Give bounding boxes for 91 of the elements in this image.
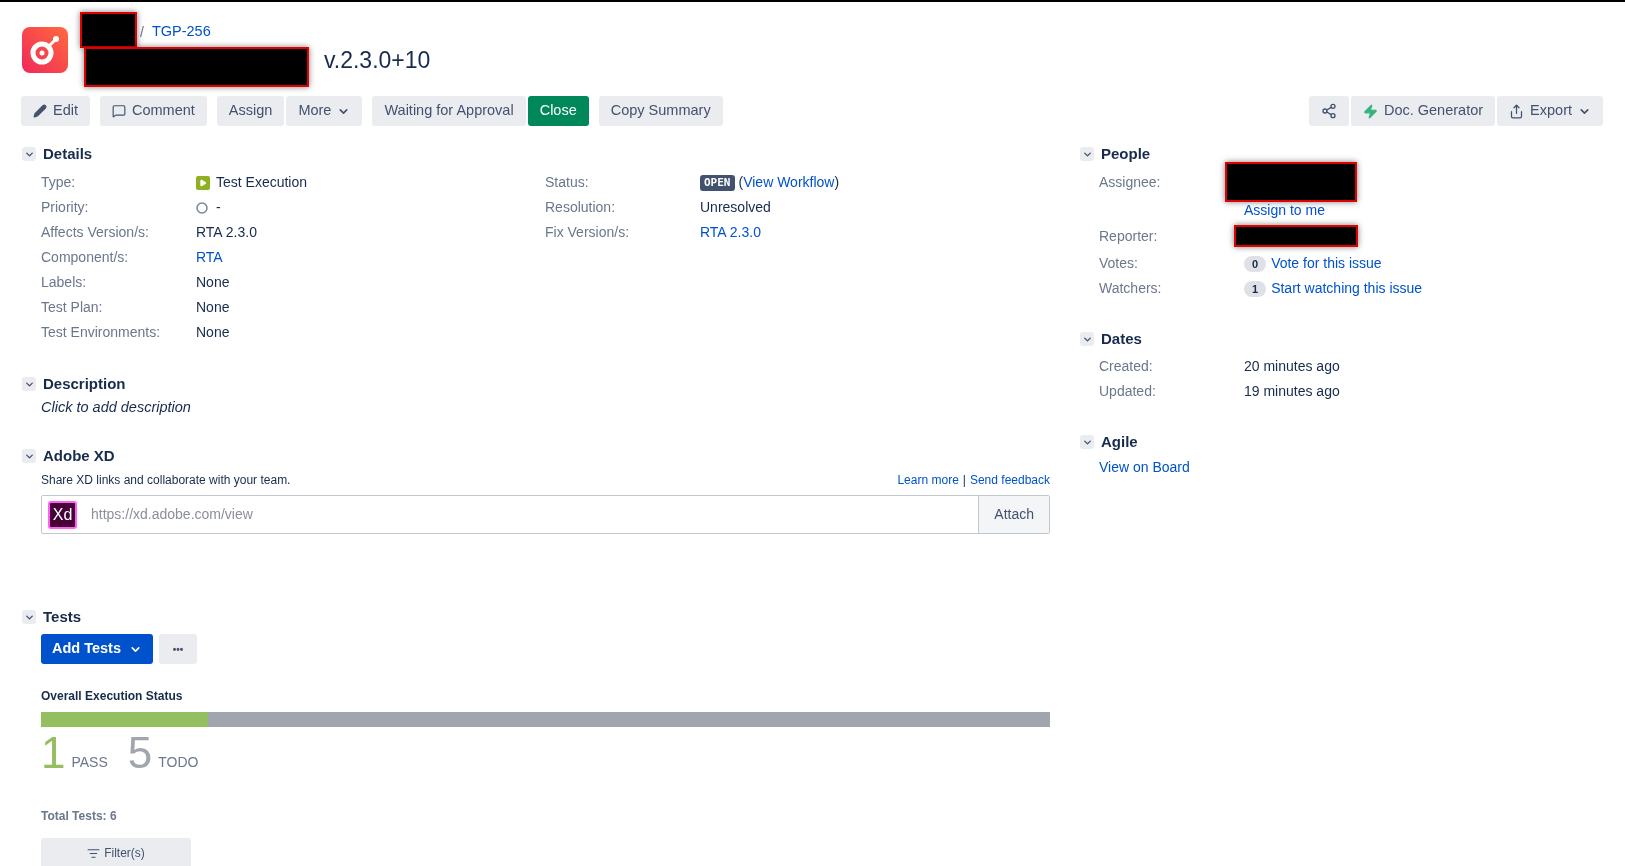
send-feedback-link[interactable]: Send feedback [969,471,1050,489]
field-value: Unresolved [700,198,771,217]
field-label: Fix Version/s: [545,223,631,242]
field-value: Test Execution [216,173,308,192]
status-count: 1 [41,731,66,775]
field-value: RTA 2.3.0 [196,223,257,242]
status-label: TODO [158,753,199,772]
field-label: Watchers: [1099,279,1163,298]
total-tests: Total Tests: 6 [41,808,118,825]
collapse-toggle[interactable] [22,147,36,161]
field-label: Labels: [41,273,88,292]
view-on-board-link[interactable]: View on Board [1099,456,1190,478]
issue-key-link[interactable]: TGP-256 [151,21,211,43]
collapse-toggle[interactable] [1080,147,1094,161]
test-execution-icon [196,175,210,190]
toolbar-button[interactable]: Doc. Generator [1350,96,1496,126]
share-button[interactable] [1308,96,1349,126]
section-title: Details [43,143,93,164]
toolbar-button[interactable]: Copy Summary [598,96,723,126]
watch-link[interactable]: Start watching this issue [1271,278,1423,299]
toolbar-button[interactable]: Edit [21,96,90,126]
count-badge: 1 [1244,280,1267,297]
field-label: Created: [1099,357,1154,376]
collapse-toggle[interactable] [22,377,36,391]
description-placeholder[interactable]: Click to add description [41,397,191,419]
toolbar-button[interactable]: Assign [216,96,285,126]
section-title: Tests [43,606,82,627]
section-title: Dates [1101,328,1142,349]
section-title: Description [43,373,126,394]
project-logo [22,27,68,73]
count-badge: 0 [1244,255,1267,272]
link-separator: | [962,472,966,489]
field-label: Assignee: [1099,172,1162,192]
collapse-toggle[interactable] [22,610,36,624]
xd-link-field[interactable]: Xd https://xd.adobe.com/view Attach [41,495,1050,534]
add-tests-button[interactable]: Add Tests [41,634,154,664]
field-label: Priority: [41,198,90,217]
toolbar-button[interactable]: Close [527,96,589,126]
workflow-link[interactable]: View Workflow [743,172,835,193]
field-label: Type: [41,173,77,192]
field-value: - [216,198,221,217]
attach-button[interactable]: Attach [978,496,1049,533]
field-label: Updated: [1099,382,1157,401]
toolbar-button[interactable]: Export [1497,96,1603,126]
toolbar-button[interactable]: Comment [100,96,207,126]
breadcrumb-separator: / [140,22,144,42]
parenthesis: ) [834,173,840,192]
adobe-xd-logo: Xd [48,500,77,529]
section-title: Agile [1101,431,1138,452]
comment-icon [112,104,126,118]
field-label: Component/s: [41,248,130,267]
collapse-toggle[interactable] [1080,435,1094,449]
learn-more-link[interactable]: Learn more [897,471,959,489]
field-label: Test Plan: [41,298,104,317]
collapse-toggle[interactable] [22,449,36,463]
more-actions-button[interactable]: ••• [159,634,198,664]
filter-icon [87,846,101,860]
field-link[interactable]: RTA [196,247,223,268]
section-title: Adobe XD [43,445,115,466]
issue-title: v.2.3.0+10 [324,45,431,75]
priority-icon [196,201,208,214]
vote-link[interactable]: Vote for this issue [1271,253,1382,274]
toolbar-button[interactable]: More [286,96,363,126]
parenthesis: ( [738,173,744,192]
xd-url-input[interactable]: https://xd.adobe.com/view [91,504,979,525]
assign-to-me-link[interactable]: Assign to me [1244,199,1325,221]
collapse-toggle[interactable] [1080,332,1094,346]
execution-status-title: Overall Execution Status [41,688,184,705]
share-icon [1320,103,1337,119]
export-icon [1509,103,1525,119]
section-title: People [1101,143,1151,164]
filter-button[interactable]: Filter(s) [41,838,191,866]
field-link[interactable]: RTA 2.3.0 [700,222,761,243]
status-lozenge: OPEN [700,174,735,191]
field-label: Votes: [1099,254,1139,273]
pencil-icon [33,104,47,118]
field-value: 19 minutes ago [1244,382,1340,401]
field-label: Affects Version/s: [41,223,150,242]
field-label: Status: [545,173,590,192]
lightning-icon [1362,103,1378,119]
field-value: None [196,323,230,342]
field-label: Test Environments: [41,323,162,342]
xd-intro-text: Share XD links and collaborate with your team. [41,472,291,489]
toolbar-button[interactable]: Waiting for Approval [372,96,526,126]
field-value: None [196,298,230,317]
status-count: 5 [127,731,153,775]
field-label: Resolution: [545,198,617,217]
field-value: 20 minutes ago [1244,357,1340,376]
field-value: None [196,273,230,292]
status-label: PASS [71,753,108,772]
field-label: Reporter: [1099,226,1159,246]
